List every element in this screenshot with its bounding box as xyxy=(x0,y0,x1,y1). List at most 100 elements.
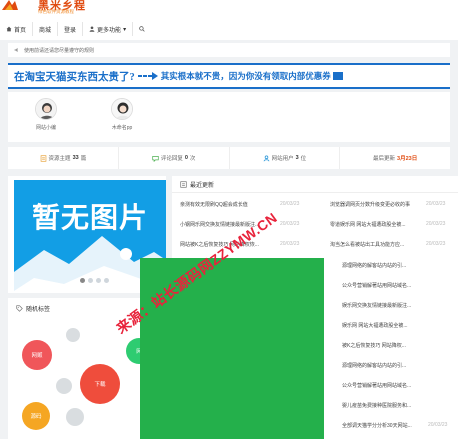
item-date: 20/03/23 xyxy=(280,241,300,247)
list-item[interactable]: 公众号营销解著站用网站域名... xyxy=(342,282,438,289)
nav-search[interactable] xyxy=(133,22,151,36)
speaker-icon xyxy=(14,47,18,53)
stat-label: 资源主题 xyxy=(48,156,71,162)
list-item[interactable]: 源理网络的解客站内站的引... xyxy=(342,362,438,369)
divider xyxy=(172,192,458,193)
tag-bubble[interactable] xyxy=(56,378,72,394)
site-stats: 资源主题 33 篇 评论回复 0 次 网站用户 3 位 最后更新 3月23日 xyxy=(8,147,450,169)
banner-left-text: 在淘宝天猫买东西太贵了? xyxy=(14,71,135,83)
avatar xyxy=(35,98,57,120)
list-item[interactable]: 全部调天猫学分分析30天网站... 20/03/23 xyxy=(342,422,447,429)
tag-bubble[interactable] xyxy=(66,408,84,426)
item-title: 公众号营销解著站用网站域名... xyxy=(342,283,412,289)
item-date: 20/03/23 xyxy=(426,241,446,247)
logo-subtitle: 绿色软件资源教程 xyxy=(38,9,74,14)
stat-topics: 资源主题 33 篇 xyxy=(8,147,119,169)
list-item[interactable]: 娱乐网 网站大福遭政股全被... xyxy=(342,322,438,329)
tag-bubble[interactable] xyxy=(66,328,80,342)
users-icon xyxy=(263,154,269,161)
search-icon xyxy=(139,26,145,32)
promo-banner[interactable]: 在淘宝天猫买东西太贵了? 其实根本就不贵，因为你没有领取内部优惠券 xyxy=(8,63,450,89)
banner-tag xyxy=(332,72,343,80)
item-title: 娱乐网 网站大福遭政股全被... xyxy=(342,323,408,329)
list-item[interactable]: 小钢网乐网交换友情链接最新版注... 20/03/23 xyxy=(180,221,299,228)
item-title: 源理网络的解客站内站的引... xyxy=(342,263,407,269)
list-item[interactable]: 娱乐网交换友情链接最新版注... xyxy=(342,302,438,309)
item-title: 零道娱乐网 网站大福遭政股全被... xyxy=(330,222,406,228)
site-logo[interactable]: 黑米乡程 绿色软件资源教程 xyxy=(0,0,100,18)
item-title: 亲测有效无限刷QQ超会成长值 xyxy=(180,202,248,208)
nav-home[interactable]: 首页 xyxy=(0,22,34,36)
stat-value: 33 xyxy=(72,155,79,161)
tag-label: 源码 xyxy=(30,414,42,420)
list-item[interactable]: 公众号营销解著站用网站域名... xyxy=(342,382,438,389)
tag-bubble[interactable]: 源码 xyxy=(22,402,50,430)
document-icon xyxy=(40,154,46,162)
updates-heading: 最近更新 xyxy=(180,180,214,189)
item-title: 被K之后恢复技巧 网站降权... xyxy=(342,343,406,349)
slider-dot[interactable] xyxy=(88,278,93,283)
tag-label: 下载 xyxy=(94,382,106,388)
item-title: 婴儿疫苗免费接种医院服务和... xyxy=(342,403,412,409)
item-title: 全部调天猫学分分析30天网站... xyxy=(342,423,412,429)
tag-icon xyxy=(16,305,23,312)
list-item[interactable]: 零道娱乐网 网站大福遭政股全被... 20/03/23 xyxy=(330,221,445,228)
list-item[interactable]: 浏览器调网页分数升级变更必收的事 20/03/23 xyxy=(330,201,445,208)
arrow-right-icon xyxy=(137,72,158,80)
page: 黑米乡程 绿色软件资源教程 首页 商城 登录 更多功能 ▾ 使用前请还请您尽量遵… xyxy=(0,0,458,439)
list-item[interactable]: 源理网络的解客站内站的引... xyxy=(342,262,438,269)
stat-value: 0 xyxy=(184,155,188,161)
comment-icon xyxy=(152,155,159,162)
nav-shop-label: 商城 xyxy=(39,27,52,34)
user-card[interactable]: 木命名pp xyxy=(102,98,142,131)
item-date: 20/03/23 xyxy=(426,221,446,227)
nav-login[interactable]: 登录 xyxy=(58,22,84,36)
home-icon xyxy=(6,26,12,32)
nav-more[interactable]: 更多功能 ▾ xyxy=(83,22,134,36)
user-card[interactable]: 网站小编 xyxy=(26,98,66,131)
item-date: 20/03/23 xyxy=(426,201,446,207)
item-title: 公众号营销解著站用网站域名... xyxy=(342,383,412,389)
slider-dot[interactable] xyxy=(104,278,109,283)
item-title: 浏览器调网页分数升级变更必收的事 xyxy=(330,202,411,208)
nav-more-label: 更多功能 xyxy=(97,27,122,34)
notice-bar: 使用前请还请您尽量遵守的规则 xyxy=(8,43,450,57)
tag-bubble[interactable]: 下载 xyxy=(80,364,120,404)
user-icon xyxy=(89,26,95,32)
stat-users: 网站用户 3 位 xyxy=(230,147,341,169)
nav-home-label: 首页 xyxy=(14,27,27,34)
stat-suffix: 位 xyxy=(300,156,307,162)
stat-value: 3月23日 xyxy=(397,156,418,162)
item-date: 20/03/23 xyxy=(428,422,448,428)
tags-title: 随机标签 xyxy=(26,307,51,313)
list-item[interactable]: 被K之后恢复技巧 网站降权... xyxy=(342,342,438,349)
users-panel: 网站小编 木命名pp xyxy=(8,92,450,142)
nav-login-label: 登录 xyxy=(64,27,77,34)
nav-shop[interactable]: 商城 xyxy=(33,22,59,36)
avatar-image xyxy=(36,99,56,119)
user-name: 木命名pp xyxy=(111,125,133,131)
stat-label: 网站用户 xyxy=(271,156,294,162)
tag-bubble[interactable]: 网贩 xyxy=(22,340,52,370)
list-item[interactable]: 婴儿疫苗免费接种医院服务和... xyxy=(342,402,438,409)
user-name: 网站小编 xyxy=(35,125,56,131)
slider-dot[interactable] xyxy=(80,278,85,283)
avatar-image xyxy=(112,99,132,119)
list-item[interactable]: 淘当怎么看被站出工具功能方应... 20/03/23 xyxy=(330,241,445,248)
slider-dot[interactable] xyxy=(96,278,101,283)
item-title: 源理网络的解客站内站的引... xyxy=(342,363,407,369)
stat-comments: 评论回复 0 次 xyxy=(119,147,230,169)
list-item[interactable]: 亲测有效无限刷QQ超会成长值 20/03/23 xyxy=(180,201,299,208)
logo-mark-icon xyxy=(2,0,18,10)
item-date: 20/03/23 xyxy=(280,201,300,207)
list-icon xyxy=(180,181,187,188)
updates-title: 最近更新 xyxy=(190,183,215,189)
notice-text[interactable]: 使用前请还请您尽量遵守的规则 xyxy=(24,47,94,54)
stat-suffix: 篇 xyxy=(80,156,87,162)
stat-label: 最后更新 xyxy=(373,156,396,162)
item-title: 淘当怎么看被站出工具功能方应... xyxy=(330,242,405,248)
slider-dots xyxy=(80,278,109,283)
item-title: 娱乐网交换友情链接最新版注... xyxy=(342,303,412,309)
stat-suffix: 次 xyxy=(189,156,196,162)
chevron-down-icon: ▾ xyxy=(123,26,127,33)
